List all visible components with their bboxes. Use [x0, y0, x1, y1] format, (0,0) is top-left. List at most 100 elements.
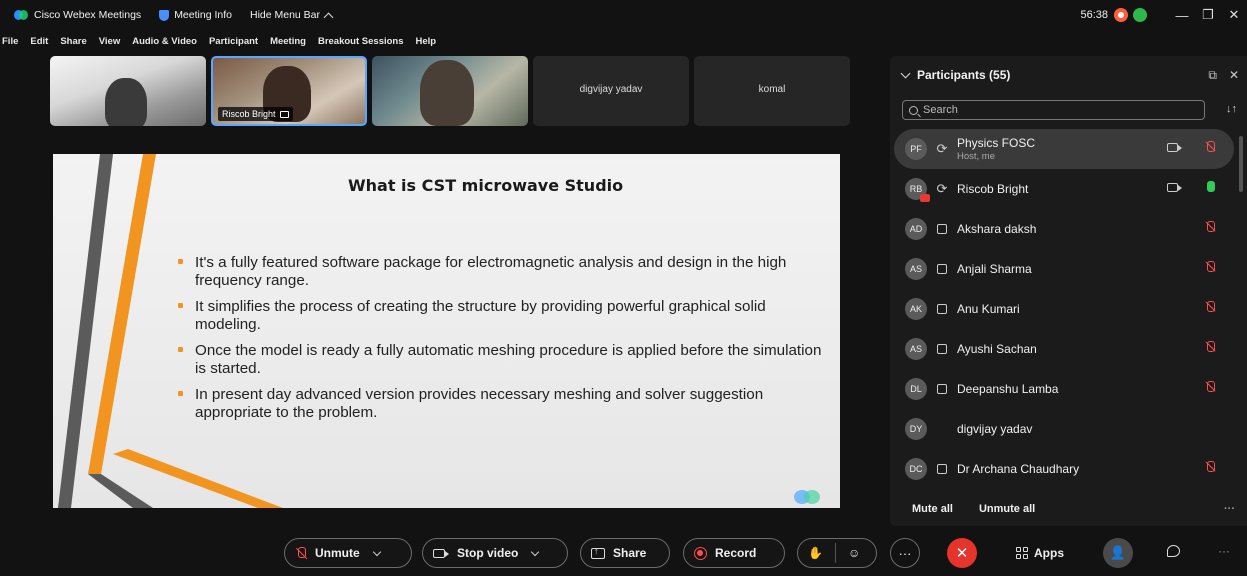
shield-icon	[159, 9, 170, 21]
menu-file[interactable]: File	[2, 36, 18, 52]
computer-audio-icon	[937, 304, 947, 314]
participant-row[interactable]: AS Ayushi Sachan	[894, 329, 1234, 369]
participant-row[interactable]: PF ⟳ Physics FOSC Host, me	[894, 129, 1234, 169]
mic-live-icon[interactable]	[1206, 181, 1215, 193]
menu-view[interactable]: View	[99, 36, 120, 52]
chat-icon[interactable]	[1167, 545, 1180, 557]
camera-on-icon	[1167, 143, 1182, 152]
chevron-down-icon[interactable]	[531, 547, 540, 556]
video-tile-name: komal	[758, 84, 786, 95]
title-bar-right: 56:38 — ❐ ✕	[1080, 0, 1247, 30]
sync-icon: ⟳	[936, 141, 948, 156]
participant-text: Dr Archana Chaudhary	[957, 462, 1079, 476]
slide-bullet: In present day advanced version provides…	[173, 386, 833, 422]
participant-row[interactable]: DY digvijay yadav	[894, 409, 1234, 449]
video-tile[interactable]: digvijay yadav	[533, 56, 689, 126]
menu-audio-video[interactable]: Audio & Video	[132, 36, 197, 52]
participant-text: Riscob Bright	[957, 182, 1028, 196]
mic-muted-icon[interactable]	[1206, 141, 1215, 153]
more-button[interactable]: ···	[890, 538, 920, 568]
minimize-button[interactable]: —	[1169, 8, 1195, 23]
chevron-down-icon	[900, 68, 911, 78]
mic-muted-icon[interactable]	[1206, 261, 1215, 273]
participants-footer: Mute all Unmute all ···	[890, 492, 1247, 526]
active-video-tile[interactable]: Riscob Bright	[211, 56, 367, 126]
meeting-info-button[interactable]: Meeting Info	[159, 9, 232, 21]
popout-icon[interactable]: ⧉	[1208, 68, 1217, 83]
restore-button[interactable]: ❐	[1195, 7, 1221, 23]
participant-list: PF ⟳ Physics FOSC Host, me RB ⟳ Riscob Bright A…	[894, 129, 1234, 489]
participant-row[interactable]: AD Akshara daksh	[894, 209, 1234, 249]
participant-text: Ayushi Sachan	[957, 342, 1037, 356]
reaction-icon[interactable]: ☺	[848, 546, 860, 560]
participants-panel: Participants (55) ⧉ ✕ ↓↑ PF ⟳ Physics FOSC…	[890, 56, 1247, 526]
raise-hand-icon[interactable]: ✋	[808, 546, 823, 560]
unmute-all-button[interactable]: Unmute all	[979, 503, 1035, 515]
webex-watermark-icon	[794, 490, 822, 504]
search-input[interactable]	[923, 104, 1183, 116]
mic-muted-icon[interactable]	[1206, 341, 1215, 353]
participants-button[interactable]: 👤	[1103, 538, 1133, 568]
avatar: RB	[905, 178, 930, 202]
active-speaker-name: Riscob Bright	[222, 109, 276, 119]
participant-row[interactable]: AK Anu Kumari	[894, 289, 1234, 329]
apps-label: Apps	[1034, 546, 1064, 560]
participants-header[interactable]: Participants (55)	[900, 68, 1010, 82]
mic-muted-icon[interactable]	[1206, 221, 1215, 233]
mic-muted-icon[interactable]	[1206, 301, 1215, 313]
share-button[interactable]: Share	[580, 538, 670, 568]
participant-name: digvijay yadav	[957, 422, 1033, 436]
recording-indicator-icon[interactable]	[1114, 8, 1128, 22]
avatar: DY	[905, 418, 927, 440]
mute-all-button[interactable]: Mute all	[912, 503, 953, 515]
hide-menu-bar-label: Hide Menu Bar	[249, 9, 321, 21]
menu-edit[interactable]: Edit	[30, 36, 48, 52]
hide-menu-bar-button[interactable]: Hide Menu Bar	[249, 9, 334, 22]
avatar: AD	[905, 218, 927, 240]
slide-stripe-dark	[58, 154, 113, 508]
network-health-icon[interactable]	[1133, 8, 1147, 22]
computer-audio-icon	[937, 464, 947, 474]
slide-bullets: It's a fully featured software package f…	[173, 254, 833, 430]
screen-share-icon	[279, 110, 289, 118]
computer-audio-icon	[937, 264, 947, 274]
video-tile[interactable]: komal	[694, 56, 850, 126]
end-meeting-button[interactable]: ✕	[947, 538, 977, 568]
avatar: PF	[905, 138, 927, 160]
record-button[interactable]: Record	[683, 538, 785, 568]
participant-search[interactable]	[902, 100, 1205, 120]
participant-text: Deepanshu Lamba	[957, 382, 1058, 396]
apps-button[interactable]: Apps	[1016, 540, 1064, 566]
chevron-up-icon	[323, 12, 334, 22]
video-tile[interactable]	[372, 56, 528, 126]
chevron-down-icon[interactable]	[372, 547, 381, 556]
avatar: AS	[905, 258, 927, 280]
menu-meeting[interactable]: Meeting	[270, 36, 306, 52]
close-button[interactable]: ✕	[1221, 7, 1247, 23]
computer-audio-icon	[937, 344, 947, 354]
mic-muted-icon[interactable]	[1206, 461, 1215, 473]
menu-breakout-sessions[interactable]: Breakout Sessions	[318, 36, 404, 52]
menu-share[interactable]: Share	[60, 36, 86, 52]
menu-help[interactable]: Help	[416, 36, 437, 52]
video-tile-name: digvijay yadav	[579, 84, 643, 95]
more-options-icon[interactable]: ···	[1218, 544, 1230, 558]
sort-icon[interactable]: ↓↑	[1226, 103, 1237, 115]
participant-row[interactable]: DL Deepanshu Lamba	[894, 369, 1234, 409]
mic-muted-icon[interactable]	[1206, 381, 1215, 393]
participants-icon: 👤	[1109, 545, 1127, 560]
participant-video-image	[105, 78, 147, 126]
avatar: AK	[905, 298, 927, 320]
participant-row[interactable]: AS Anjali Sharma	[894, 249, 1234, 289]
stop-video-button[interactable]: Stop video	[422, 538, 568, 568]
video-tile[interactable]	[50, 56, 206, 126]
reactions-group: ✋ ☺	[797, 538, 877, 568]
close-panel-icon[interactable]: ✕	[1229, 68, 1239, 83]
participant-scrollbar[interactable]	[1239, 136, 1243, 192]
participant-row[interactable]: RB ⟳ Riscob Bright	[894, 169, 1234, 209]
menu-participant[interactable]: Participant	[209, 36, 258, 52]
participant-row[interactable]: DC Dr Archana Chaudhary	[894, 449, 1234, 489]
more-options-icon[interactable]: ···	[1224, 503, 1235, 515]
close-icon: ✕	[955, 545, 969, 562]
unmute-button[interactable]: Unmute	[284, 538, 412, 568]
